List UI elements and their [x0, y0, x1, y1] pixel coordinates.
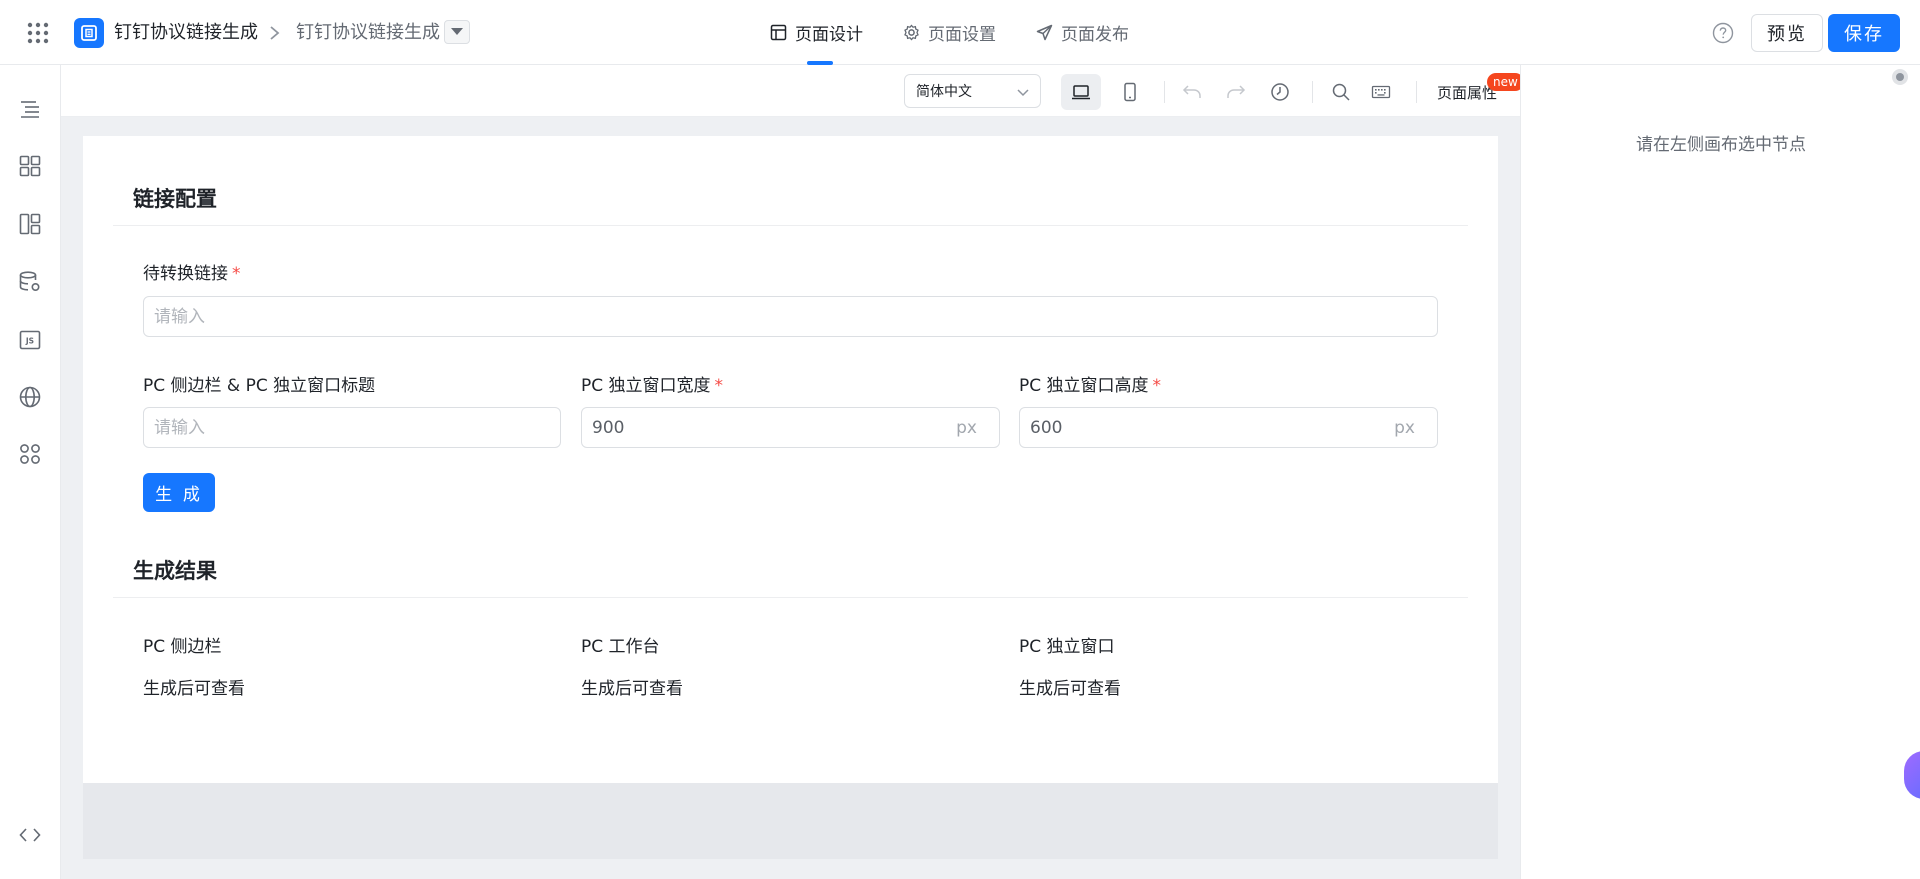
result-value-window: 生成后可查看	[1019, 679, 1121, 699]
required-mark: *	[232, 264, 241, 284]
tab-page-settings[interactable]: 页面设置	[903, 0, 996, 65]
undo-icon	[1182, 85, 1201, 98]
width-input-group: px	[581, 407, 1000, 448]
height-input[interactable]	[1020, 408, 1395, 447]
tab-page-publish-label: 页面发布	[1061, 25, 1129, 45]
canvas-toolbar: 简体中文 页面属性 new	[61, 65, 1524, 117]
section-divider	[113, 597, 1468, 598]
undo-button[interactable]	[1172, 74, 1212, 110]
layout-blocks-icon[interactable]	[18, 212, 42, 236]
language-select[interactable]: 简体中文	[904, 74, 1041, 108]
result-label-sidebar: PC 侧边栏	[143, 637, 222, 657]
send-icon	[1036, 24, 1053, 41]
height-field-label-text: PC 独立窗口高度	[1019, 376, 1149, 396]
search-button[interactable]	[1321, 74, 1361, 110]
save-button[interactable]: 保存	[1828, 14, 1900, 52]
search-icon	[1332, 83, 1350, 101]
main-tabs: 页面设计 页面设置 页面发布	[770, 0, 1169, 65]
components-icon[interactable]	[18, 154, 42, 178]
app-name[interactable]: 钉钉协议链接生成	[114, 20, 258, 46]
result-label-window: PC 独立窗口	[1019, 637, 1115, 657]
desktop-view-button[interactable]	[1061, 74, 1101, 110]
page-card-footer	[83, 783, 1498, 859]
top-bar: 钉钉协议链接生成 钉钉协议链接生成 页面设计 页面设置 页面发布 预览 保存	[0, 0, 1920, 65]
help-icon[interactable]	[1712, 22, 1734, 44]
gear-icon	[904, 24, 919, 41]
width-input[interactable]	[582, 408, 957, 447]
title-input[interactable]	[143, 407, 561, 448]
required-mark: *	[714, 376, 724, 396]
title-field-label: PC 侧边栏 & PC 独立窗口标题	[143, 376, 376, 396]
section-divider	[113, 225, 1468, 226]
width-unit: px	[956, 417, 977, 438]
chevron-down-icon	[1017, 89, 1029, 97]
shortcuts-button[interactable]	[1361, 74, 1401, 110]
toolbar-divider	[1164, 81, 1165, 103]
result-value-sidebar: 生成后可查看	[143, 679, 245, 699]
toolbar-divider	[1312, 81, 1313, 103]
new-badge: new	[1487, 73, 1524, 91]
page-name[interactable]: 钉钉协议链接生成	[296, 20, 440, 46]
result-label-workbench: PC 工作台	[581, 637, 660, 657]
app-logo-icon[interactable]	[74, 18, 104, 48]
js-icon[interactable]: JS	[18, 328, 42, 352]
page-card	[83, 136, 1498, 783]
redo-button[interactable]	[1216, 74, 1256, 110]
history-icon	[1271, 83, 1289, 101]
mobile-icon	[1124, 82, 1136, 102]
panel-empty-hint: 请在左侧画布选中节点	[1636, 135, 1806, 155]
link-field-label-text: 待转换链接	[143, 264, 228, 284]
keyboard-icon	[1371, 85, 1391, 99]
height-input-group: px	[1019, 407, 1438, 448]
preview-button[interactable]: 预览	[1751, 14, 1823, 52]
left-rail: JS	[0, 65, 61, 879]
outline-icon[interactable]	[18, 97, 42, 121]
panel-status-dot[interactable]	[1892, 69, 1908, 85]
link-field-label: 待转换链接 *	[143, 259, 241, 284]
tab-page-settings-label: 页面设置	[928, 25, 996, 45]
layout-icon	[770, 24, 787, 41]
tab-page-design[interactable]: 页面设计	[770, 0, 863, 65]
code-toggle-icon[interactable]	[18, 823, 42, 847]
generate-button[interactable]: 生 成	[143, 473, 215, 512]
tab-page-publish[interactable]: 页面发布	[1036, 0, 1129, 65]
height-field-label: PC 独立窗口高度 *	[1019, 371, 1161, 396]
app-grid-icon[interactable]	[27, 22, 49, 44]
properties-panel: 请在左侧画布选中节点	[1520, 65, 1920, 879]
desktop-icon	[1072, 85, 1090, 100]
globe-icon[interactable]	[18, 385, 42, 409]
tab-page-design-label: 页面设计	[795, 25, 863, 45]
redo-icon	[1227, 85, 1246, 98]
width-field-label: PC 独立窗口宽度 *	[581, 371, 723, 396]
language-select-value: 简体中文	[916, 84, 972, 100]
width-field-label-text: PC 独立窗口宽度	[581, 376, 711, 396]
caret-down-icon	[451, 28, 463, 35]
link-config-title: 链接配置	[133, 187, 217, 211]
page-switch-dropdown[interactable]	[444, 20, 470, 44]
mobile-view-button[interactable]	[1110, 74, 1150, 110]
toolbar-divider	[1416, 81, 1417, 103]
history-button[interactable]	[1260, 74, 1300, 110]
svg-text:JS: JS	[25, 337, 34, 346]
result-value-workbench: 生成后可查看	[581, 679, 683, 699]
apps-icon[interactable]	[18, 442, 42, 466]
required-mark: *	[1152, 376, 1162, 396]
height-unit: px	[1394, 417, 1415, 438]
result-title: 生成结果	[133, 559, 217, 583]
datasource-icon[interactable]	[18, 270, 42, 294]
chevron-right-icon	[268, 20, 282, 46]
link-input[interactable]	[143, 296, 1438, 337]
